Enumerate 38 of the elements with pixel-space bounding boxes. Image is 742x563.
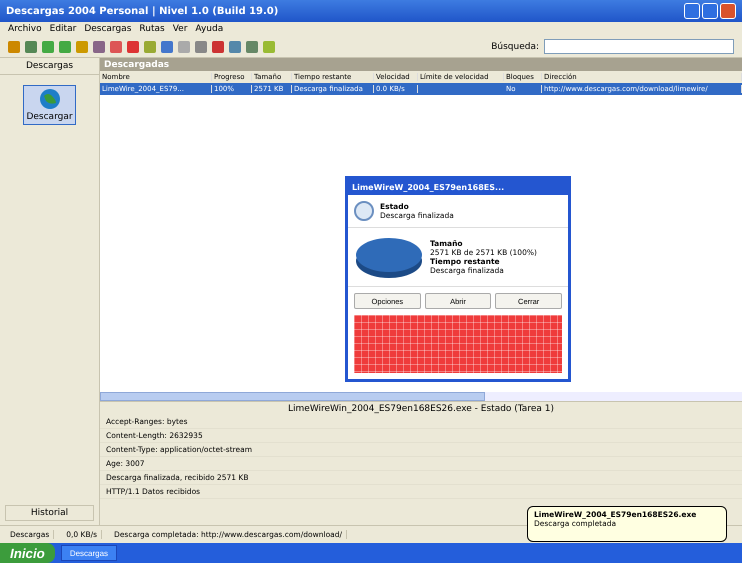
- toolbar-icon[interactable]: [212, 40, 224, 52]
- menu-item[interactable]: Archivo: [8, 24, 42, 34]
- toolbar-icon[interactable]: [76, 40, 88, 52]
- toolbar-icon[interactable]: [59, 40, 71, 52]
- toolbar-icon[interactable]: [93, 40, 105, 52]
- toolbar-icon[interactable]: [229, 40, 241, 52]
- globe-icon: [38, 88, 60, 110]
- minimize-button[interactable]: [684, 3, 700, 19]
- search-field[interactable]: [544, 39, 734, 54]
- menu-item[interactable]: Ayuda: [195, 24, 224, 34]
- toolbar-icon[interactable]: [144, 40, 156, 52]
- folder-bar: Descargadas: [100, 58, 742, 71]
- toolbar-icon[interactable]: [178, 40, 190, 52]
- toolbar-icon[interactable]: [110, 40, 122, 52]
- toolbar-icon[interactable]: [42, 40, 54, 52]
- dialog-title: LimeWireW_2004_ES79en168ES...: [348, 179, 568, 195]
- toolbar-icon[interactable]: [127, 40, 139, 52]
- sidebar-tab[interactable]: Historial: [4, 505, 94, 521]
- menu-item[interactable]: Editar: [50, 24, 76, 34]
- menu-item[interactable]: Ver: [172, 24, 188, 34]
- status-icon: [354, 201, 374, 221]
- toolbar-icon[interactable]: [246, 40, 258, 52]
- toolbar-icon[interactable]: [25, 40, 37, 52]
- close-button[interactable]: [720, 3, 736, 19]
- sidebar-item[interactable]: Descargar: [23, 85, 76, 125]
- window-title: Descargas 2004 Personal | Nivel 1.0 (Build 19.0): [0, 0, 742, 22]
- toolbar-icon[interactable]: [8, 40, 20, 52]
- log-title: LimeWireWin_2004_ES79en168ES26.exe - Estado (Tarea 1): [100, 401, 742, 415]
- menu-item[interactable]: Descargas: [84, 24, 132, 34]
- search-label: Búsqueda:: [491, 42, 539, 52]
- taskbar-button[interactable]: Descargas: [60, 545, 118, 561]
- maximize-button[interactable]: [702, 3, 718, 19]
- menu-item[interactable]: Rutas: [139, 24, 165, 34]
- toolbar-icon[interactable]: [161, 40, 173, 52]
- toolbar-icon[interactable]: [195, 40, 207, 52]
- toolbar-icon[interactable]: [263, 40, 275, 52]
- horizontal-scrollbar[interactable]: [100, 392, 742, 401]
- sidebar-header: Descargas: [0, 58, 99, 75]
